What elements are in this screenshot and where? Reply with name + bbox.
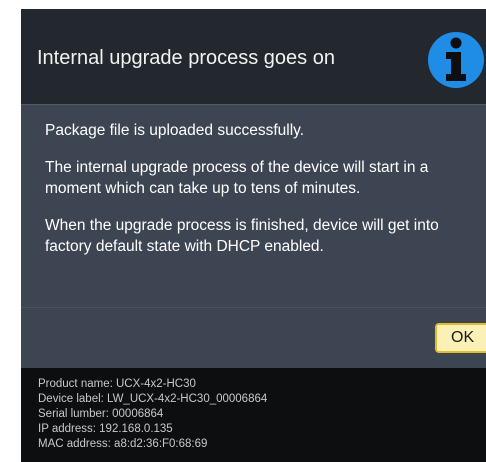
product-name: Product name: UCX-4x2-HC30 <box>38 378 196 390</box>
device-info-lines: Product name: UCX-4x2-HC30 Device label:… <box>38 377 267 452</box>
message-upgrade-start-line-2: moment which can take up to tens of minu… <box>45 180 361 197</box>
mac-address: MAC address: a8:d2:36:F0:68:69 <box>38 438 208 450</box>
ok-button[interactable]: OK <box>435 323 486 353</box>
footer-divider <box>21 307 486 308</box>
serial-number: Serial lumber: 00006864 <box>38 408 164 420</box>
upgrade-dialog: Internal upgrade process goes on Package… <box>21 9 486 368</box>
device-info-panel: Product name: UCX-4x2-HC30 Device label:… <box>21 368 486 462</box>
dialog-message: Package file is uploaded successfully. T… <box>45 120 486 273</box>
message-upgrade-start: The internal upgrade process of the devi… <box>45 157 486 199</box>
message-upgrade-start-line-1: The internal upgrade process of the devi… <box>45 159 429 176</box>
info-icon <box>426 30 486 90</box>
dialog-header: Internal upgrade process goes on <box>21 9 486 105</box>
message-upload-success: Package file is uploaded successfully. <box>45 122 305 139</box>
message-factory-default: When the upgrade process is finished, de… <box>45 215 486 257</box>
upgrade-dialog-frame: Internal upgrade process goes on Package… <box>21 9 486 462</box>
device-label: Device label: LW_UCX-4x2-HC30_00006864 <box>38 393 268 405</box>
ip-address: IP address: 192.168.0.135 <box>38 423 173 435</box>
message-factory-default-line-1: When the upgrade process is finished, de… <box>45 217 439 234</box>
message-factory-default-line-2: factory default state with DHCP enabled. <box>45 238 324 255</box>
dialog-title: Internal upgrade process goes on <box>37 47 335 69</box>
